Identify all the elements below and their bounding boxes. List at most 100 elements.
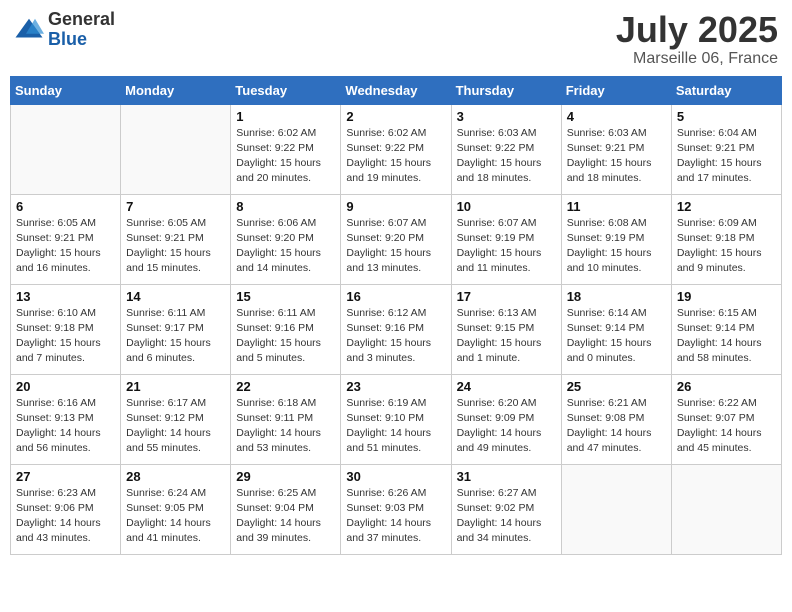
location-text: Marseille 06, France — [616, 50, 778, 68]
day-number: 23 — [346, 379, 445, 394]
header-tuesday: Tuesday — [231, 76, 341, 104]
day-info: Sunrise: 6:26 AM Sunset: 9:03 PM Dayligh… — [346, 486, 445, 547]
day-info: Sunrise: 6:09 AM Sunset: 9:18 PM Dayligh… — [677, 216, 776, 277]
day-info: Sunrise: 6:27 AM Sunset: 9:02 PM Dayligh… — [457, 486, 556, 547]
calendar-cell — [11, 104, 121, 194]
header-monday: Monday — [121, 76, 231, 104]
calendar-cell: 14 Sunrise: 6:11 AM Sunset: 9:17 PM Dayli… — [121, 284, 231, 374]
day-number: 19 — [677, 289, 776, 304]
day-number: 3 — [457, 109, 556, 124]
calendar-cell: 16 Sunrise: 6:12 AM Sunset: 9:16 PM Dayli… — [341, 284, 451, 374]
day-info: Sunrise: 6:02 AM Sunset: 9:22 PM Dayligh… — [346, 126, 445, 187]
day-number: 25 — [567, 379, 666, 394]
day-info: Sunrise: 6:05 AM Sunset: 9:21 PM Dayligh… — [16, 216, 115, 277]
calendar-cell: 20 Sunrise: 6:16 AM Sunset: 9:13 PM Dayli… — [11, 374, 121, 464]
day-number: 6 — [16, 199, 115, 214]
calendar-cell: 26Sunrise: 6:22 AM Sunset: 9:07 PM Dayli… — [671, 374, 781, 464]
header-sunday: Sunday — [11, 76, 121, 104]
day-info: Sunrise: 6:08 AM Sunset: 9:19 PM Dayligh… — [567, 216, 666, 277]
day-number: 4 — [567, 109, 666, 124]
day-info: Sunrise: 6:15 AM Sunset: 9:14 PM Dayligh… — [677, 306, 776, 367]
header-friday: Friday — [561, 76, 671, 104]
calendar-cell — [561, 464, 671, 554]
day-info: Sunrise: 6:16 AM Sunset: 9:13 PM Dayligh… — [16, 396, 115, 457]
day-number: 18 — [567, 289, 666, 304]
calendar-cell: 12 Sunrise: 6:09 AM Sunset: 9:18 PM Dayli… — [671, 194, 781, 284]
day-number: 13 — [16, 289, 115, 304]
day-info: Sunrise: 6:11 AM Sunset: 9:17 PM Dayligh… — [126, 306, 225, 367]
calendar-week-row: 1 Sunrise: 6:02 AM Sunset: 9:22 PM Daylig… — [11, 104, 782, 194]
day-info: Sunrise: 6:10 AM Sunset: 9:18 PM Dayligh… — [16, 306, 115, 367]
calendar-cell: 3 Sunrise: 6:03 AM Sunset: 9:22 PM Daylig… — [451, 104, 561, 194]
day-number: 26 — [677, 379, 776, 394]
calendar-cell: 6 Sunrise: 6:05 AM Sunset: 9:21 PM Daylig… — [11, 194, 121, 284]
header-wednesday: Wednesday — [341, 76, 451, 104]
calendar-cell: 18 Sunrise: 6:14 AM Sunset: 9:14 PM Dayli… — [561, 284, 671, 374]
calendar-cell: 29 Sunrise: 6:25 AM Sunset: 9:04 PM Dayli… — [231, 464, 341, 554]
day-number: 11 — [567, 199, 666, 214]
calendar-cell: 24 Sunrise: 6:20 AM Sunset: 9:09 PM Dayli… — [451, 374, 561, 464]
calendar-week-row: 20 Sunrise: 6:16 AM Sunset: 9:13 PM Dayli… — [11, 374, 782, 464]
header-thursday: Thursday — [451, 76, 561, 104]
day-number: 16 — [346, 289, 445, 304]
day-number: 1 — [236, 109, 335, 124]
day-info: Sunrise: 6:03 AM Sunset: 9:22 PM Dayligh… — [457, 126, 556, 187]
day-info: Sunrise: 6:25 AM Sunset: 9:04 PM Dayligh… — [236, 486, 335, 547]
calendar-cell: 30 Sunrise: 6:26 AM Sunset: 9:03 PM Dayli… — [341, 464, 451, 554]
day-number: 22 — [236, 379, 335, 394]
page-header: General Blue July 2025 Marseille 06, Fra… — [10, 10, 782, 68]
logo-icon — [14, 15, 44, 45]
calendar-cell: 22 Sunrise: 6:18 AM Sunset: 9:11 PM Dayli… — [231, 374, 341, 464]
day-info: Sunrise: 6:14 AM Sunset: 9:14 PM Dayligh… — [567, 306, 666, 367]
day-number: 27 — [16, 469, 115, 484]
calendar-cell — [671, 464, 781, 554]
calendar-cell: 5 Sunrise: 6:04 AM Sunset: 9:21 PM Daylig… — [671, 104, 781, 194]
calendar-week-row: 6 Sunrise: 6:05 AM Sunset: 9:21 PM Daylig… — [11, 194, 782, 284]
day-info: Sunrise: 6:24 AM Sunset: 9:05 PM Dayligh… — [126, 486, 225, 547]
calendar-cell — [121, 104, 231, 194]
calendar-cell: 28Sunrise: 6:24 AM Sunset: 9:05 PM Dayli… — [121, 464, 231, 554]
calendar-cell: 17 Sunrise: 6:13 AM Sunset: 9:15 PM Dayli… — [451, 284, 561, 374]
day-number: 29 — [236, 469, 335, 484]
day-number: 5 — [677, 109, 776, 124]
calendar-cell: 25Sunrise: 6:21 AM Sunset: 9:08 PM Dayli… — [561, 374, 671, 464]
calendar-cell: 9Sunrise: 6:07 AM Sunset: 9:20 PM Daylig… — [341, 194, 451, 284]
day-number: 24 — [457, 379, 556, 394]
day-info: Sunrise: 6:13 AM Sunset: 9:15 PM Dayligh… — [457, 306, 556, 367]
day-number: 14 — [126, 289, 225, 304]
calendar-cell: 15Sunrise: 6:11 AM Sunset: 9:16 PM Dayli… — [231, 284, 341, 374]
calendar-cell: 21Sunrise: 6:17 AM Sunset: 9:12 PM Dayli… — [121, 374, 231, 464]
calendar-header-row: SundayMondayTuesdayWednesdayThursdayFrid… — [11, 76, 782, 104]
month-title: July 2025 — [616, 10, 778, 50]
calendar-cell: 31 Sunrise: 6:27 AM Sunset: 9:02 PM Dayli… — [451, 464, 561, 554]
day-number: 31 — [457, 469, 556, 484]
calendar-week-row: 27Sunrise: 6:23 AM Sunset: 9:06 PM Dayli… — [11, 464, 782, 554]
day-info: Sunrise: 6:04 AM Sunset: 9:21 PM Dayligh… — [677, 126, 776, 187]
day-info: Sunrise: 6:07 AM Sunset: 9:19 PM Dayligh… — [457, 216, 556, 277]
calendar-cell: 4 Sunrise: 6:03 AM Sunset: 9:21 PM Daylig… — [561, 104, 671, 194]
day-info: Sunrise: 6:19 AM Sunset: 9:10 PM Dayligh… — [346, 396, 445, 457]
logo-blue-text: Blue — [48, 30, 115, 50]
day-number: 20 — [16, 379, 115, 394]
calendar-cell: 2 Sunrise: 6:02 AM Sunset: 9:22 PM Daylig… — [341, 104, 451, 194]
day-info: Sunrise: 6:12 AM Sunset: 9:16 PM Dayligh… — [346, 306, 445, 367]
day-info: Sunrise: 6:03 AM Sunset: 9:21 PM Dayligh… — [567, 126, 666, 187]
title-block: July 2025 Marseille 06, France — [616, 10, 778, 68]
calendar-table: SundayMondayTuesdayWednesdayThursdayFrid… — [10, 76, 782, 555]
day-number: 12 — [677, 199, 776, 214]
day-info: Sunrise: 6:05 AM Sunset: 9:21 PM Dayligh… — [126, 216, 225, 277]
day-info: Sunrise: 6:20 AM Sunset: 9:09 PM Dayligh… — [457, 396, 556, 457]
calendar-cell: 19 Sunrise: 6:15 AM Sunset: 9:14 PM Dayli… — [671, 284, 781, 374]
calendar-cell: 11 Sunrise: 6:08 AM Sunset: 9:19 PM Dayli… — [561, 194, 671, 284]
day-number: 17 — [457, 289, 556, 304]
day-info: Sunrise: 6:18 AM Sunset: 9:11 PM Dayligh… — [236, 396, 335, 457]
day-number: 30 — [346, 469, 445, 484]
day-number: 2 — [346, 109, 445, 124]
calendar-cell: 13 Sunrise: 6:10 AM Sunset: 9:18 PM Dayli… — [11, 284, 121, 374]
day-info: Sunrise: 6:06 AM Sunset: 9:20 PM Dayligh… — [236, 216, 335, 277]
header-saturday: Saturday — [671, 76, 781, 104]
calendar-cell: 7 Sunrise: 6:05 AM Sunset: 9:21 PM Daylig… — [121, 194, 231, 284]
day-number: 7 — [126, 199, 225, 214]
day-number: 21 — [126, 379, 225, 394]
calendar-week-row: 13 Sunrise: 6:10 AM Sunset: 9:18 PM Dayli… — [11, 284, 782, 374]
